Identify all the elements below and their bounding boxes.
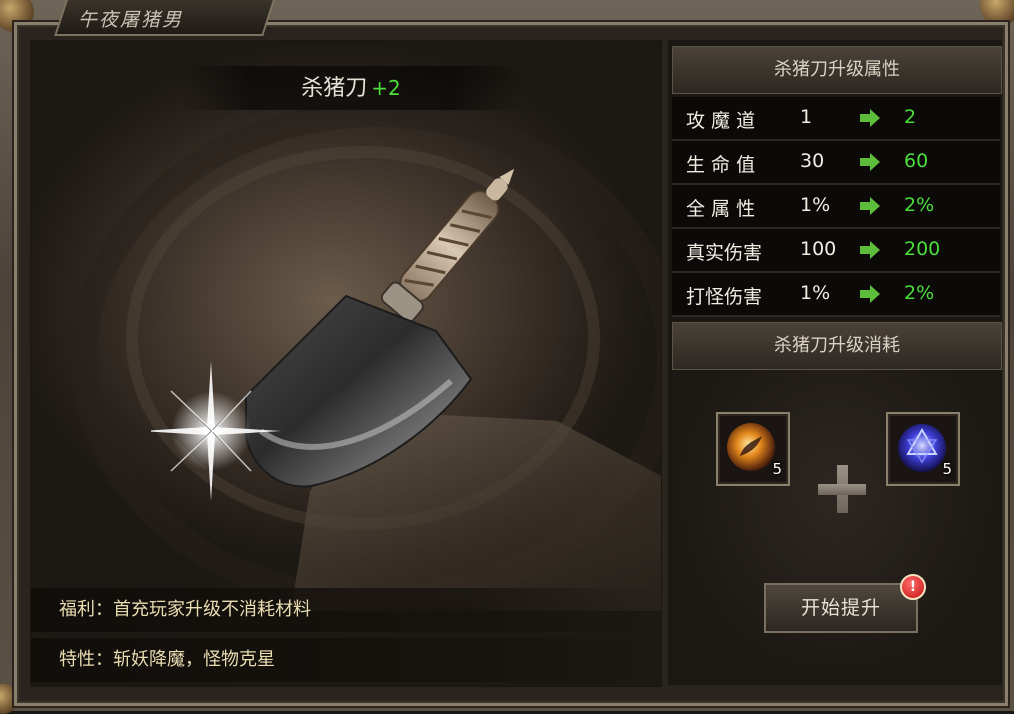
attributes-header: 杀猪刀升级属性 xyxy=(672,46,1002,94)
stat-next-value: 200 xyxy=(904,238,941,260)
arrow-right-icon xyxy=(860,197,880,215)
stat-next-value: 2 xyxy=(904,106,917,128)
upgrade-panel: 杀猪刀升级属性 攻 魔 道 1 2 生 命 值 30 60 全 属 性 1% 2… xyxy=(668,40,1002,685)
stat-label: 生 命 值 xyxy=(686,154,756,176)
stat-row: 打怪伤害 1% 2% xyxy=(672,273,1000,317)
window-frame: 午夜屠猪男 杀猪刀 +2 福利：首充玩家升级不消耗材料 特性：斩妖降魔，怪物克星… xyxy=(0,0,1014,714)
stat-current-value: 100 xyxy=(800,238,837,260)
cost-header: 杀猪刀升级消耗 xyxy=(672,322,1002,370)
benefit-row: 福利：首充玩家升级不消耗材料 xyxy=(31,588,661,632)
cleaver-image xyxy=(141,131,571,521)
notice-badge: ! xyxy=(900,574,926,600)
stat-row: 全 属 性 1% 2% xyxy=(672,185,1000,229)
stat-label: 打怪伤害 xyxy=(686,286,763,308)
material-count: 5 xyxy=(772,460,782,478)
start-upgrade-button[interactable]: 开始提升 xyxy=(764,583,918,633)
stat-row: 真实伤害 100 200 xyxy=(672,229,1000,273)
stat-current-value: 1% xyxy=(800,194,831,216)
item-name: 杀猪刀 xyxy=(301,76,368,101)
material-count: 5 xyxy=(942,460,952,478)
plus-icon xyxy=(818,465,866,513)
arrow-right-icon xyxy=(860,285,880,303)
stat-row: 生 命 值 30 60 xyxy=(672,141,1000,185)
cost-header-label: 杀猪刀升级消耗 xyxy=(774,335,900,356)
item-name-bar: 杀猪刀 +2 xyxy=(181,66,521,110)
stat-next-value: 2% xyxy=(904,194,935,216)
material-slot-2[interactable]: 5 xyxy=(886,412,960,486)
arrow-right-icon xyxy=(860,109,880,127)
stat-label: 攻 魔 道 xyxy=(686,110,756,132)
arrow-right-icon xyxy=(860,153,880,171)
stat-next-value: 2% xyxy=(904,282,935,304)
stat-label: 全 属 性 xyxy=(686,198,756,220)
arrow-right-icon xyxy=(860,241,880,259)
cleaver-icon xyxy=(141,168,515,501)
benefit-text: 福利：首充玩家升级不消耗材料 xyxy=(59,599,311,620)
trait-row: 特性：斩妖降魔，怪物克星 xyxy=(31,638,661,682)
stat-current-value: 30 xyxy=(800,150,825,172)
stat-current-value: 1 xyxy=(800,106,813,128)
stat-next-value: 60 xyxy=(904,150,929,172)
stat-current-value: 1% xyxy=(800,282,831,304)
attributes-header-label: 杀猪刀升级属性 xyxy=(774,59,900,80)
trait-text: 特性：斩妖降魔，怪物克星 xyxy=(59,649,275,670)
item-display-panel: 杀猪刀 +2 福利：首充玩家升级不消耗材料 特性：斩妖降魔，怪物克星 xyxy=(30,40,662,687)
item-level: +2 xyxy=(371,76,401,100)
cost-area: 5 5 开始提升 ! xyxy=(672,370,1000,680)
window-title: 午夜屠猪男 xyxy=(78,9,184,31)
material-slot-1[interactable]: 5 xyxy=(716,412,790,486)
stat-row: 攻 魔 道 1 2 xyxy=(672,97,1000,141)
stat-label: 真实伤害 xyxy=(686,242,763,264)
